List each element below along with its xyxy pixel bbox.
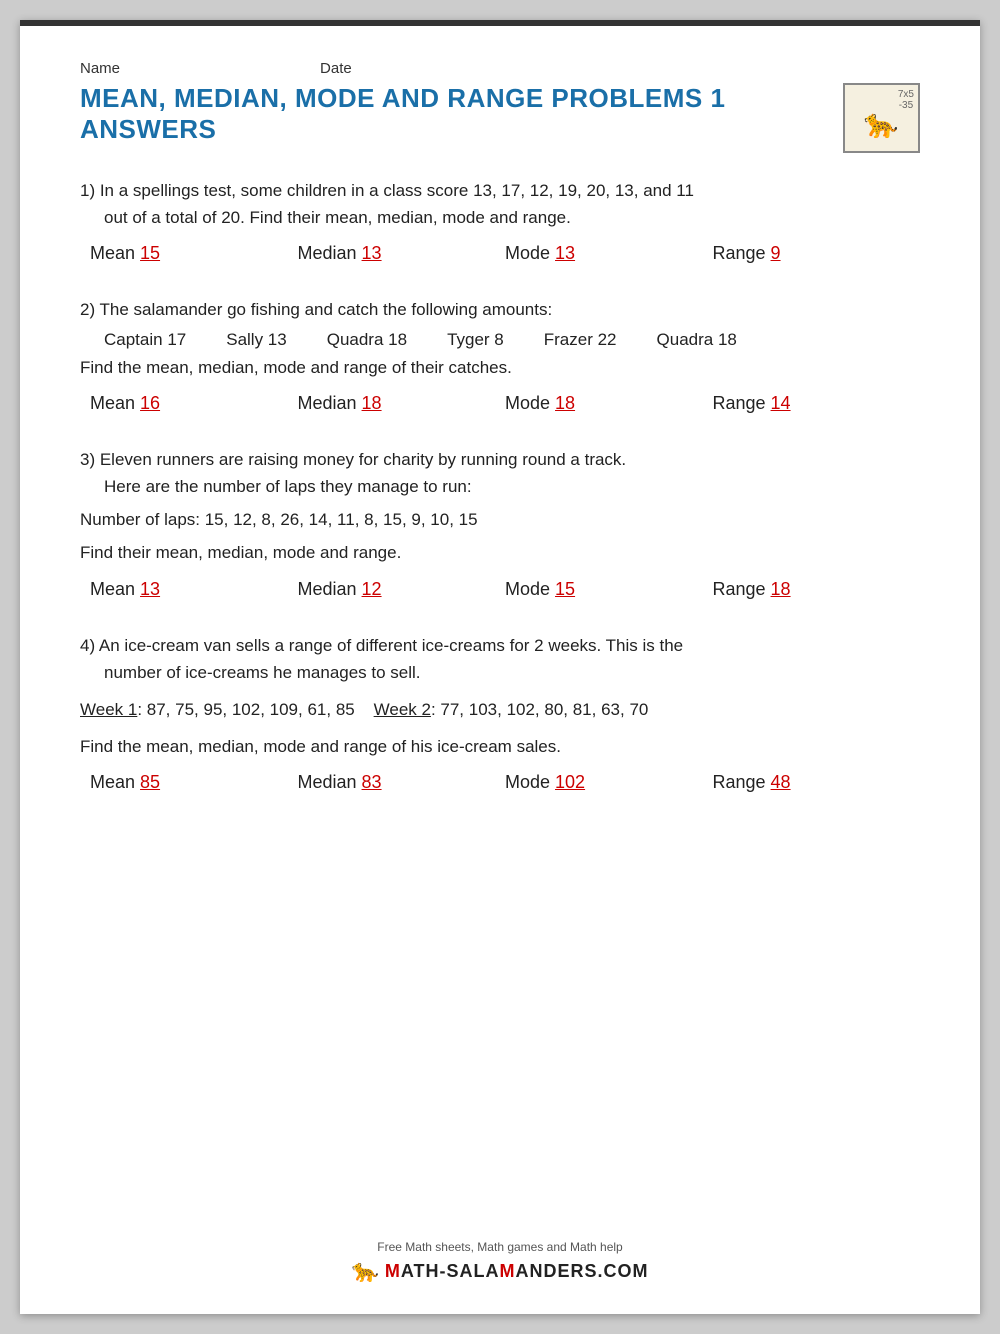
q3-median: Median 12	[298, 579, 506, 600]
top-border	[20, 20, 980, 26]
q1-number: 1) In a spellings test, some children in…	[80, 181, 694, 200]
q4-median-value: 83	[362, 772, 382, 792]
sally: Sally 13	[226, 330, 286, 350]
q1-median: Median 13	[298, 243, 506, 264]
logo-animal-icon: 🐆	[864, 107, 899, 140]
week2-label: Week 2	[374, 700, 431, 719]
q3-line2: Here are the number of laps they manage …	[80, 473, 920, 500]
math-text: M	[385, 1261, 401, 1281]
q3-line1: 3) Eleven runners are raising money for …	[80, 450, 626, 469]
q2-text: 2) The salamander go fishing and catch t…	[80, 296, 920, 323]
logo-box: 🐆	[843, 83, 920, 153]
q4-median: Median 83	[298, 772, 506, 793]
q3-mode-value: 15	[555, 579, 575, 599]
q4-range: Range 48	[713, 772, 921, 793]
q2-answers: Mean 16 Median 18 Mode 18 Range 14	[80, 393, 920, 414]
q1-answers: Mean 15 Median 13 Mode 13 Range 9	[80, 243, 920, 264]
q4-weeks: Week 1: 87, 75, 95, 102, 109, 61, 85 Wee…	[80, 696, 920, 723]
q4-line2: number of ice-creams he manages to sell.	[80, 659, 920, 686]
footer-tagline: Free Math sheets, Math games and Math he…	[377, 1240, 622, 1254]
q1-mode-value: 13	[555, 243, 575, 263]
q3-laps: Number of laps: 15, 12, 8, 26, 14, 11, 8…	[80, 506, 920, 533]
q2-line1: 2) The salamander go fishing and catch t…	[80, 300, 552, 319]
q2-mode-value: 18	[555, 393, 575, 413]
q2-median-value: 18	[362, 393, 382, 413]
q4-line1: 4) An ice-cream van sells a range of dif…	[80, 636, 683, 655]
q3-text: 3) Eleven runners are raising money for …	[80, 446, 920, 500]
q4-mean-value: 85	[140, 772, 160, 792]
q3-mean: Mean 13	[90, 579, 298, 600]
date-label: Date	[320, 60, 352, 77]
page-title: MEAN, MEDIAN, MODE AND RANGE PROBLEMS 1 …	[80, 83, 843, 145]
q1-text: 1) In a spellings test, some children in…	[80, 177, 920, 231]
q4-answers: Mean 85 Median 83 Mode 102 Range 48	[80, 772, 920, 793]
q3-mode: Mode 15	[505, 579, 713, 600]
week1-label: Week 1	[80, 700, 137, 719]
q3-answers: Mean 13 Median 12 Mode 15 Range 18	[80, 579, 920, 600]
tyger: Tyger 8	[447, 330, 504, 350]
question-2: 2) The salamander go fishing and catch t…	[80, 296, 920, 413]
header-row: MEAN, MEDIAN, MODE AND RANGE PROBLEMS 1 …	[80, 83, 920, 169]
q2-captain-row: Captain 17 Sally 13 Quadra 18 Tyger 8 Fr…	[80, 330, 920, 350]
page: Name Date MEAN, MEDIAN, MODE AND RANGE P…	[20, 20, 980, 1314]
q1-median-value: 13	[362, 243, 382, 263]
captain: Captain 17	[104, 330, 186, 350]
q1-line2: out of a total of 20. Find their mean, m…	[80, 204, 920, 231]
q2-mean-value: 16	[140, 393, 160, 413]
q1-mean: Mean 15	[90, 243, 298, 264]
q2-range: Range 14	[713, 393, 921, 414]
q1-mean-value: 15	[140, 243, 160, 263]
footer-logo-text: MATH-SALAMANDERS.COM	[385, 1261, 649, 1282]
footer-logo-icon: 🐆	[351, 1258, 378, 1284]
q2-mode: Mode 18	[505, 393, 713, 414]
q4-mode-value: 102	[555, 772, 585, 792]
quadra2: Quadra 18	[657, 330, 737, 350]
q4-mode: Mode 102	[505, 772, 713, 793]
question-1: 1) In a spellings test, some children in…	[80, 177, 920, 264]
footer: Free Math sheets, Math games and Math he…	[20, 1240, 980, 1284]
q3-find: Find their mean, median, mode and range.	[80, 539, 920, 566]
q1-range: Range 9	[713, 243, 921, 264]
name-label: Name	[80, 60, 120, 77]
q1-range-value: 9	[771, 243, 781, 263]
q3-median-value: 12	[362, 579, 382, 599]
q2-mean: Mean 16	[90, 393, 298, 414]
q2-line2: Find the mean, median, mode and range of…	[80, 354, 920, 381]
q2-range-value: 14	[771, 393, 791, 413]
question-4: 4) An ice-cream van sells a range of dif…	[80, 632, 920, 794]
footer-logo: 🐆 MATH-SALAMANDERS.COM	[351, 1258, 648, 1284]
q3-range: Range 18	[713, 579, 921, 600]
q4-mean: Mean 85	[90, 772, 298, 793]
frazer: Frazer 22	[544, 330, 617, 350]
q1-mode: Mode 13	[505, 243, 713, 264]
q4-range-value: 48	[771, 772, 791, 792]
q3-mean-value: 13	[140, 579, 160, 599]
q2-median: Median 18	[298, 393, 506, 414]
question-3: 3) Eleven runners are raising money for …	[80, 446, 920, 600]
quadra1: Quadra 18	[327, 330, 407, 350]
manders-text: M	[500, 1261, 516, 1281]
q4-find: Find the mean, median, mode and range of…	[80, 733, 920, 760]
name-date-row: Name Date	[80, 60, 920, 77]
q4-text: 4) An ice-cream van sells a range of dif…	[80, 632, 920, 686]
q3-range-value: 18	[771, 579, 791, 599]
